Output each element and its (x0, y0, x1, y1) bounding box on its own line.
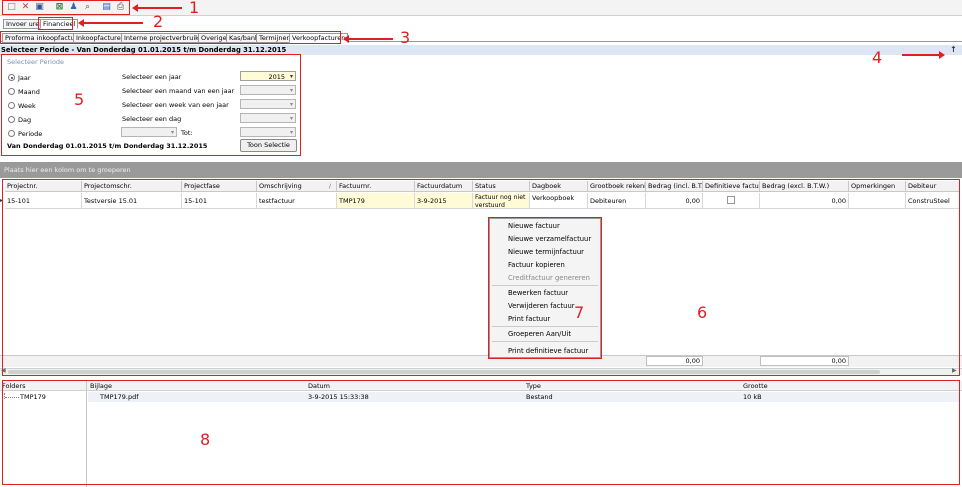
annotation-arrow-3 (343, 35, 393, 43)
annotation-7: 7 (574, 303, 585, 322)
annotation-box-6 (2, 179, 960, 376)
annotation-arrow-4 (902, 51, 945, 59)
annotation-arrow-1 (132, 4, 182, 12)
annotation-box-1 (2, 0, 130, 15)
annotation-arrow-2 (78, 19, 143, 27)
annotation-box-5 (1, 54, 301, 156)
group-by-bar[interactable]: Plaats hier een kolom om te groeperen (0, 162, 962, 178)
annotation-1: 1 (189, 0, 200, 17)
annotation-2: 2 (153, 12, 164, 31)
annotation-box-2 (38, 17, 73, 30)
annotation-box-7 (488, 217, 602, 359)
annotation-5: 5 (74, 90, 85, 109)
annotation-box-8 (2, 380, 960, 485)
annotation-6: 6 (697, 303, 708, 322)
annotation-4: 4 (872, 48, 883, 67)
annotation-box-3 (0, 31, 341, 44)
annotation-8: 8 (200, 430, 211, 449)
pin-icon[interactable]: ↑ (950, 45, 957, 54)
annotation-3: 3 (400, 28, 411, 47)
